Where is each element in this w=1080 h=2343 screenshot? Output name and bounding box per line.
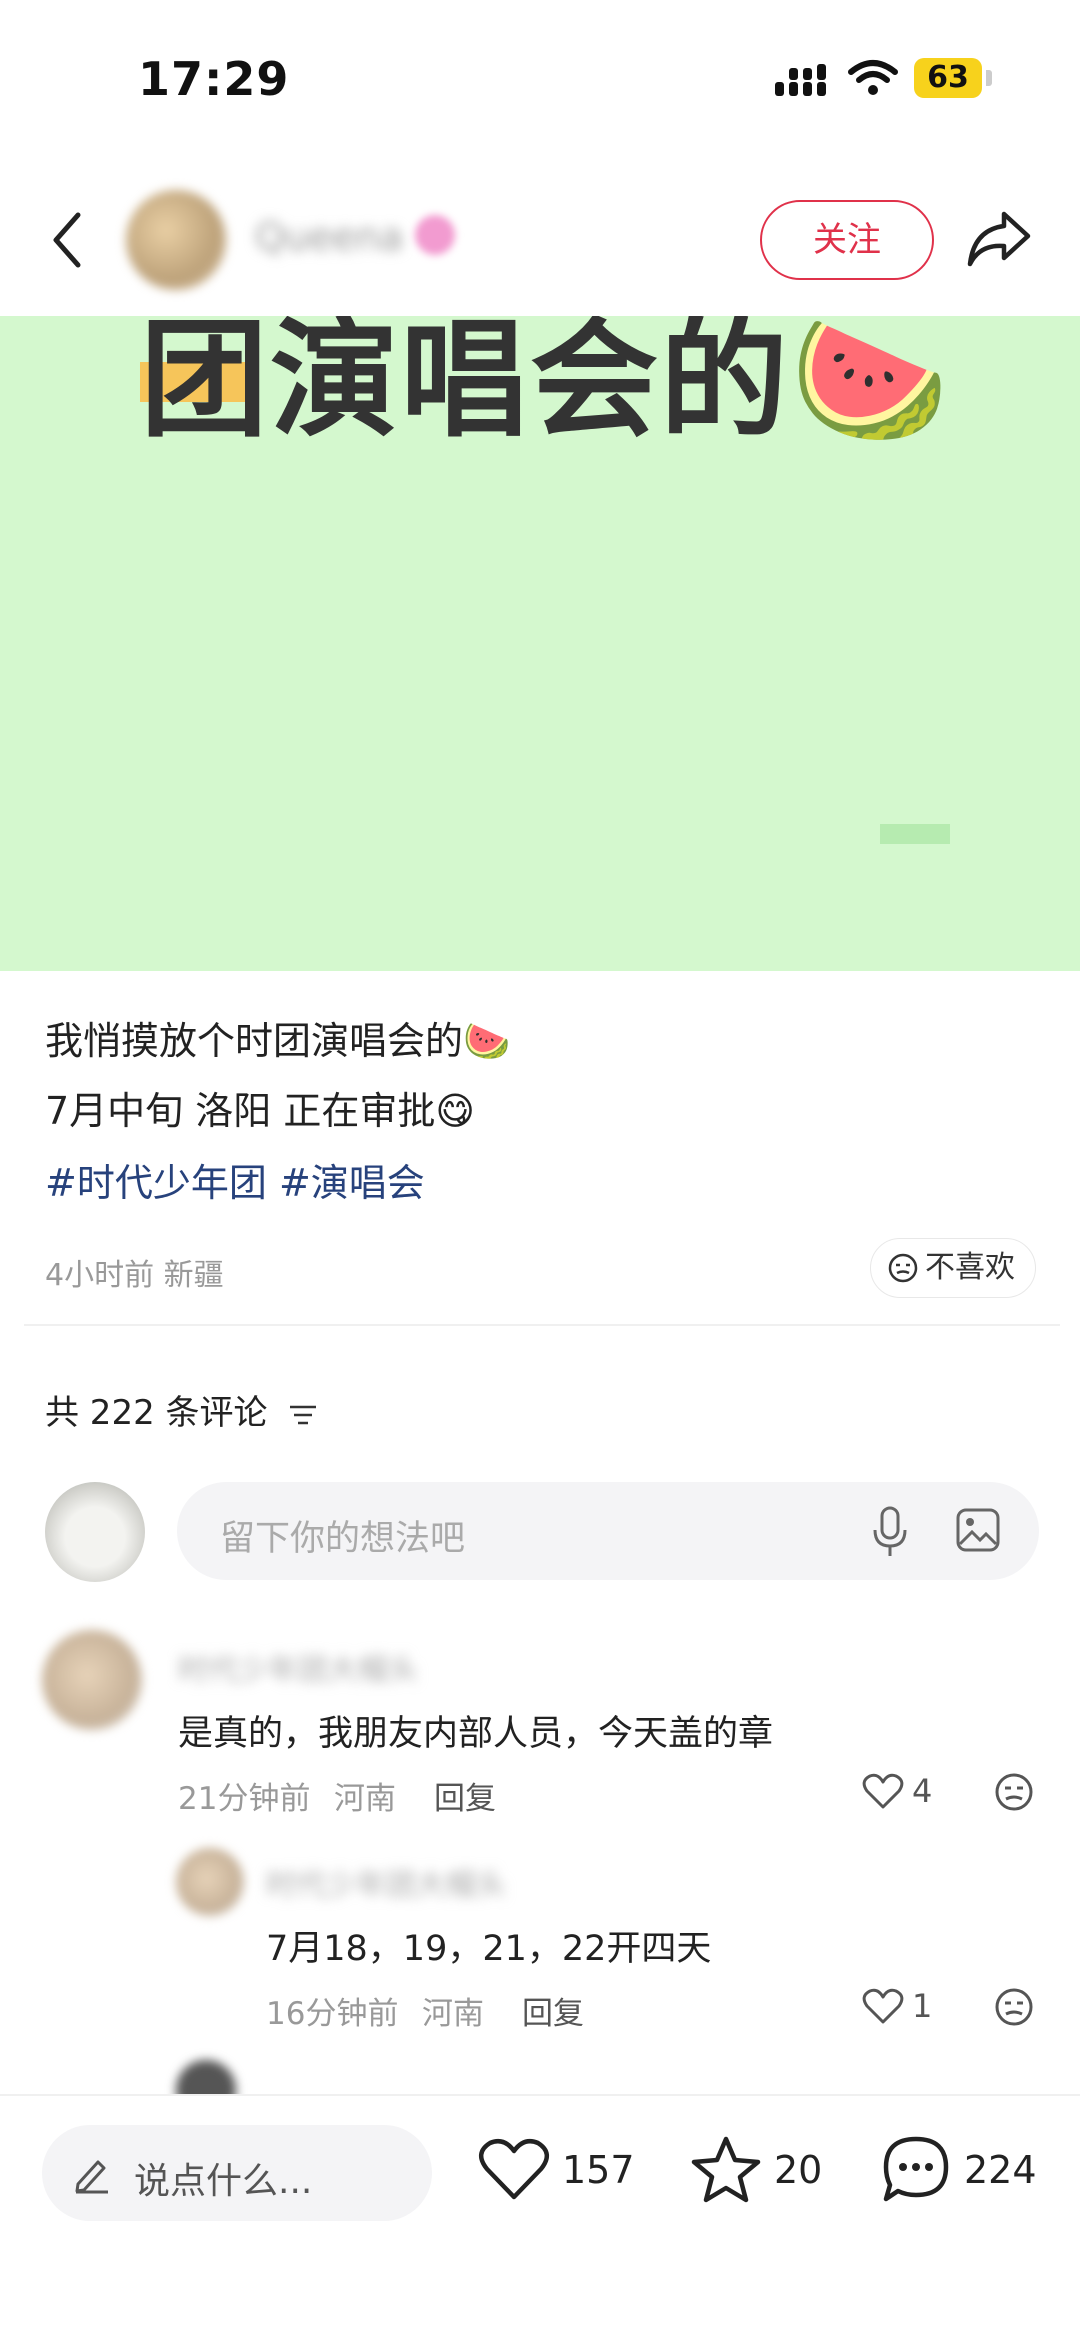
post-tags: #时代少年团 #演唱会	[45, 1152, 425, 1207]
image-decoration	[880, 824, 950, 844]
comment-like-count: 1	[912, 1987, 933, 2025]
heart-badge-icon	[415, 215, 455, 255]
comment-text: 是真的，我朋友内部人员，今天盖的章	[178, 1714, 774, 1754]
reply-button[interactable]: 回复	[434, 1773, 496, 1818]
post-image[interactable]: 团演唱会的🍉	[0, 316, 1080, 971]
hashtag-link[interactable]: #演唱会	[279, 1161, 425, 1205]
sort-icon[interactable]	[288, 1402, 318, 1428]
post-text-line-1: 我悄摸放个时团演唱会的🍉	[45, 1019, 511, 1063]
comment-text: 7月18，19，21，22开四天	[266, 1929, 712, 1969]
favorite-count: 20	[774, 2148, 823, 2192]
author-username[interactable]: Queena	[255, 215, 403, 259]
commenter-avatar[interactable]	[42, 1630, 142, 1730]
dislike-label: 不喜欢	[925, 1250, 1015, 1285]
reply-button[interactable]: 回复	[522, 1988, 584, 2033]
comment-count: 共 222 条评论	[45, 1385, 318, 1434]
comment-location: 河南	[422, 1996, 484, 2032]
pencil-icon	[75, 2160, 108, 2194]
battery-indicator: 63	[914, 58, 982, 98]
like-heart-icon[interactable]	[478, 2137, 550, 2203]
status-time: 17:29	[138, 52, 290, 106]
neutral-face-icon	[888, 1253, 918, 1283]
back-arrow-icon[interactable]	[48, 210, 88, 270]
comment-total-count: 224	[964, 2148, 1037, 2192]
like-count: 157	[562, 2148, 635, 2192]
wifi-icon	[848, 60, 898, 95]
microphone-icon[interactable]	[870, 1506, 910, 1558]
divider	[24, 1324, 1060, 1326]
commenter-avatar[interactable]	[176, 1848, 244, 1916]
hashtag-link[interactable]: #时代少年团	[45, 1161, 267, 1205]
like-heart-icon[interactable]	[862, 1773, 904, 1811]
post-text-line-2: 7月中旬 洛阳 正在审批😋	[45, 1089, 475, 1133]
comment-location: 河南	[334, 1781, 396, 1817]
dislike-button[interactable]: 不喜欢	[870, 1238, 1036, 1298]
banner-text: 团演唱会的🍉	[140, 316, 952, 455]
my-avatar	[45, 1482, 145, 1582]
commenter-name[interactable]: 时代少年团大帽头	[266, 1860, 506, 1904]
battery-tip	[986, 70, 992, 86]
like-heart-icon[interactable]	[862, 1988, 904, 2026]
comment-bubble-icon[interactable]	[880, 2133, 952, 2205]
neutral-face-icon[interactable]	[994, 1772, 1034, 1812]
cellular-signal-icon	[775, 64, 826, 96]
comment-count-label: 共 222 条评论	[45, 1393, 268, 1433]
star-favorite-icon[interactable]	[690, 2135, 762, 2205]
image-picker-icon[interactable]	[956, 1508, 1000, 1552]
author-avatar[interactable]	[126, 190, 226, 290]
comment-input-placeholder: 留下你的想法吧	[220, 1519, 466, 1559]
comment-time: 21分钟前	[178, 1781, 311, 1817]
comment-time: 16分钟前	[266, 1996, 399, 2032]
say-something-placeholder: 说点什么...	[134, 2161, 313, 2202]
neutral-face-icon[interactable]	[994, 1987, 1034, 2027]
commenter-name[interactable]: 时代少年团大帽头	[178, 1645, 418, 1689]
post-meta: 4小时前 新疆	[45, 1258, 224, 1293]
follow-button[interactable]: 关注	[760, 200, 934, 280]
share-icon[interactable]	[966, 208, 1032, 268]
comment-like-count: 4	[912, 1772, 933, 1810]
